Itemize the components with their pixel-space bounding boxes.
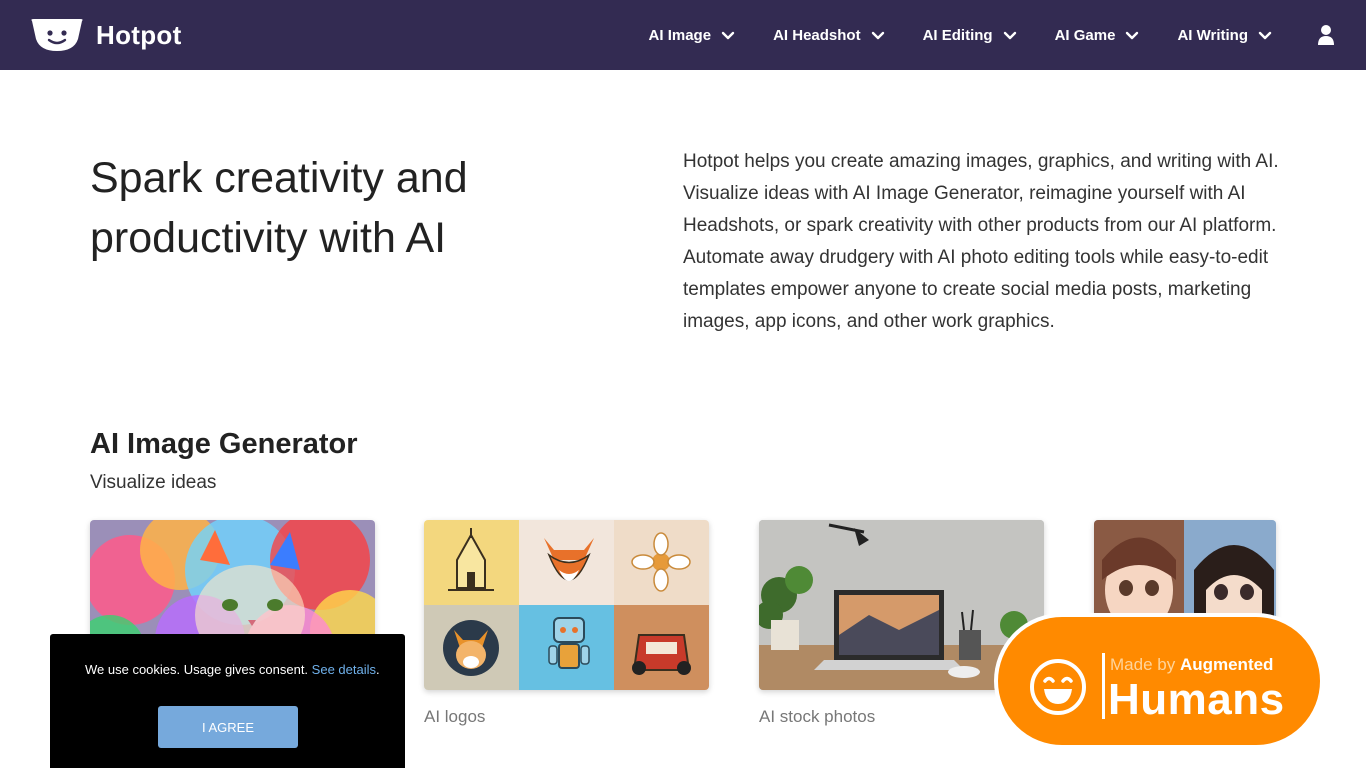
section-title: AI Image Generator <box>90 428 358 460</box>
nav-item-ai-writing[interactable]: AI Writing <box>1177 27 1272 44</box>
badge-humans: Humans <box>1108 675 1285 724</box>
badge-made-by: Made by Augmented <box>1110 655 1273 675</box>
chevron-down-icon <box>1003 31 1016 39</box>
badge-prefix: Made by <box>1110 655 1176 674</box>
chevron-down-icon <box>1126 31 1139 39</box>
card-label-ai-stock-photos[interactable]: AI stock photos <box>759 707 875 727</box>
card-ai-logos[interactable] <box>424 520 709 690</box>
cookie-agree-button[interactable]: I AGREE <box>158 706 298 748</box>
brand-home-link[interactable]: Hotpot <box>30 16 182 54</box>
nav-item-label: AI Game <box>1054 26 1116 44</box>
nav-item-ai-editing[interactable]: AI Editing <box>923 27 1017 44</box>
cookie-message: We use cookies. Usage gives consent. See… <box>85 662 380 677</box>
hero-title: Spark creativity and productivity with A… <box>90 154 468 262</box>
nav-menu: AI Image AI Headshot AI Editing AI Game … <box>611 0 1272 70</box>
nav-item-ai-image[interactable]: AI Image <box>649 27 736 44</box>
nav-item-label: AI Headshot <box>773 26 861 44</box>
user-icon[interactable] <box>1316 24 1336 46</box>
nav-item-label: AI Writing <box>1177 26 1248 44</box>
nav-item-ai-headshot[interactable]: AI Headshot <box>773 27 885 44</box>
brand-name: Hotpot <box>96 19 182 50</box>
cookie-period: . <box>376 662 380 677</box>
smiley-face-icon <box>1030 659 1086 715</box>
chevron-down-icon <box>871 31 884 39</box>
card-label-ai-logos[interactable]: AI logos <box>424 707 485 727</box>
augmented-humans-badge[interactable]: Made by Augmented Humans <box>994 613 1324 749</box>
badge-augmented: Augmented <box>1179 655 1274 674</box>
ai-logos-image <box>424 520 709 690</box>
nav-item-label: AI Editing <box>922 26 993 44</box>
section-subtitle: Visualize ideas <box>90 472 217 493</box>
cookie-details-link[interactable]: See details <box>312 662 376 677</box>
hero-description: Hotpot helps you create amazing images, … <box>683 151 1279 332</box>
chevron-down-icon <box>1258 31 1272 39</box>
cookie-banner: We use cookies. Usage gives consent. See… <box>50 634 405 768</box>
nav-item-label: AI Image <box>648 26 712 44</box>
top-navbar: Hotpot AI Image AI Headshot AI Editing A… <box>0 0 1366 70</box>
cookie-text: We use cookies. Usage gives consent. <box>85 662 309 677</box>
badge-divider <box>1102 653 1105 719</box>
chevron-down-icon <box>721 31 735 39</box>
nav-item-ai-game[interactable]: AI Game <box>1055 27 1140 44</box>
hotpot-logo-icon <box>31 19 83 51</box>
